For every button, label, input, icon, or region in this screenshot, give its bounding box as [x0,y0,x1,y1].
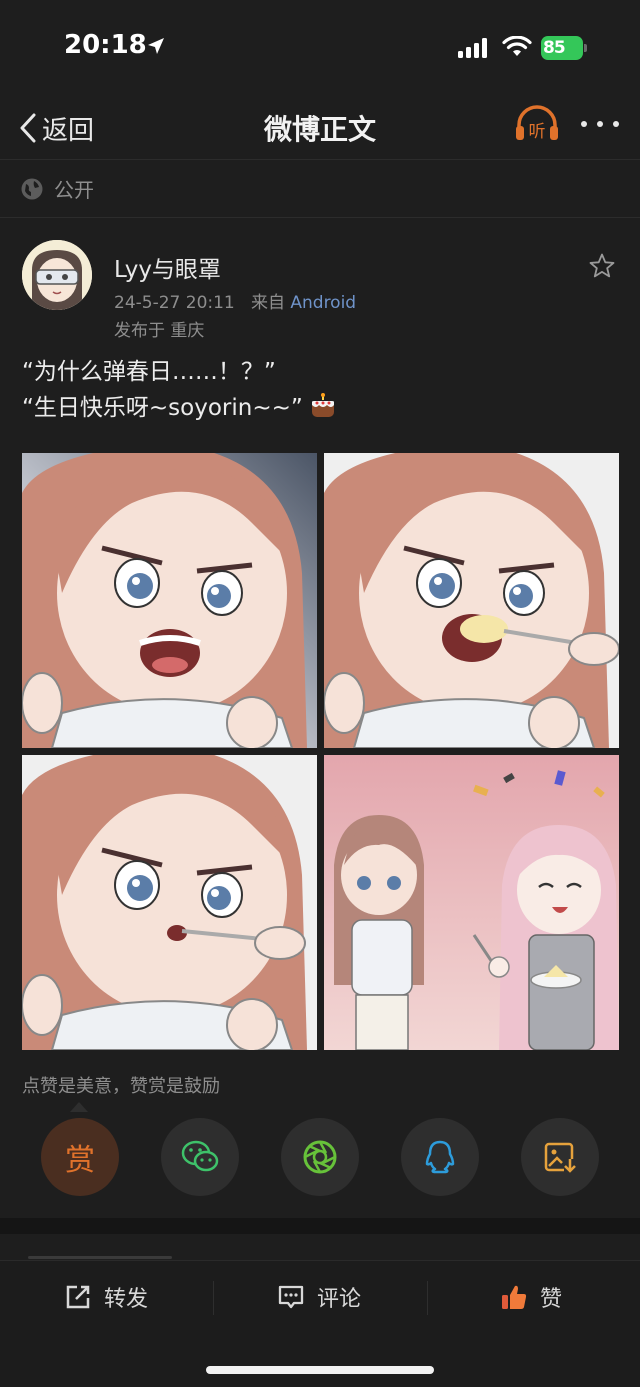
save-image-button[interactable] [521,1118,599,1196]
wifi-icon [502,36,532,56]
repost-button[interactable]: 转发 [64,1277,148,1317]
comic-panel-2[interactable] [324,453,619,748]
reward-pointer [70,1102,88,1112]
share-wechat-button[interactable] [161,1118,239,1196]
back-label: 返回 [42,115,95,146]
comment-tab-indicator [28,1256,172,1259]
signal-icon [458,38,487,58]
battery-icon: 85 [541,36,587,60]
repost-icon [66,1285,90,1309]
post-location: 发布于 重庆 [114,321,205,341]
comic-panel-3[interactable] [22,755,317,1050]
cake-icon [312,393,335,417]
comic-panel-1[interactable] [22,453,317,748]
moments-icon [303,1140,337,1174]
status-time: 20:18 [64,30,147,60]
repost-label: 转发 [104,1287,149,1312]
section-divider [0,1218,640,1234]
globe-icon [21,178,43,199]
more-icon[interactable] [578,112,622,136]
listen-label: 听 [529,122,546,142]
source-link[interactable]: Android [290,293,356,313]
visibility-label: 公开 [54,178,94,202]
action-separator [213,1281,214,1315]
share-qq-button[interactable] [401,1118,479,1196]
username[interactable]: Lyy与眼罩 [114,250,221,284]
chevron-left-icon [20,113,36,143]
post-text-line-1: “为什么弹春日……！？” [22,359,276,385]
share-moments-button[interactable] [281,1118,359,1196]
comment-icon [278,1285,304,1309]
thumbs-up-icon [502,1285,527,1309]
status-bar: 20:18 85 [0,0,640,96]
source-prefix: 来自 [250,293,285,313]
comment-button[interactable]: 评论 [277,1277,361,1317]
post-text: “为什么弹春日……！？” “生日快乐呀~soyorin~~” [22,354,622,426]
reward-caption: 点赞是美意，赞赏是鼓励 [22,1076,220,1097]
star-icon[interactable] [588,252,616,280]
reward-icon: 赏 [65,1143,95,1178]
post-timestamp: 24-5-27 20:11 [114,293,235,313]
image-grid [22,453,619,1050]
action-separator [427,1281,428,1315]
home-indicator[interactable] [206,1366,434,1374]
share-row: 赏 [0,1118,640,1198]
battery-percent: 85 [543,38,566,58]
like-button[interactable]: 赞 [500,1277,562,1317]
nav-bar: 返回 微博正文 听 [0,96,640,160]
wechat-icon [181,1140,219,1172]
visibility-row: 公开 [0,160,640,218]
comment-label: 评论 [317,1287,362,1312]
post-meta: 24-5-27 20:11 来自 Android [114,288,356,313]
page-title: 微博正文 [263,113,376,146]
back-button[interactable]: 返回 [18,106,94,150]
like-label: 赞 [540,1287,563,1312]
qq-icon [425,1140,455,1174]
post-text-line-2: “生日快乐呀~soyorin~~” [22,395,303,421]
save-image-icon [544,1142,577,1174]
headphones-icon[interactable]: 听 [514,104,560,144]
reward-button[interactable]: 赏 [41,1118,119,1196]
avatar[interactable] [22,240,92,310]
location-arrow-icon [148,38,164,54]
comic-panel-4[interactable] [324,755,619,1050]
post-header: Lyy与眼罩 24-5-27 20:11 来自 Android 发布于 重庆 [0,218,640,348]
